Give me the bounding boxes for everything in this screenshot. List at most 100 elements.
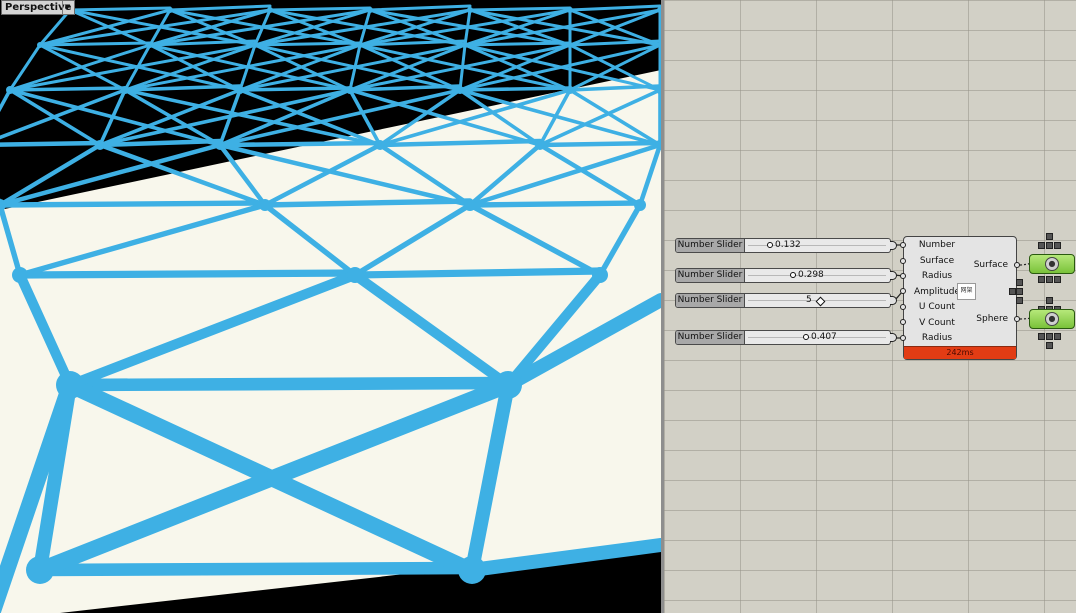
number-slider-4[interactable]: Number Slider 0.407 — [675, 330, 891, 345]
node-sphere — [566, 86, 574, 94]
input-radius[interactable]: Radius — [904, 271, 970, 281]
space-frame-component[interactable]: Number Surface Radius Amplitude U Count … — [903, 236, 1017, 360]
output-port-sphere[interactable] — [1014, 316, 1020, 322]
slider-label: Number Slider — [676, 239, 745, 252]
node-sphere — [456, 86, 464, 94]
node-sphere — [357, 42, 363, 48]
number-slider-1[interactable]: Number Slider 0.132 — [675, 238, 891, 253]
zui-add-icon[interactable] — [1038, 276, 1045, 283]
node-sphere — [462, 42, 468, 48]
node-sphere — [37, 42, 43, 48]
node-sphere — [167, 7, 173, 13]
strut — [537, 140, 661, 148]
strut — [38, 41, 152, 47]
zui-add-icon[interactable] — [1009, 288, 1016, 295]
input-port-number[interactable] — [900, 242, 906, 248]
node-sphere — [592, 267, 608, 283]
preview-toggle-icon[interactable]: ● — [1045, 312, 1059, 326]
zui-add-icon[interactable] — [1038, 333, 1045, 340]
input-v-count[interactable]: V Count — [904, 318, 970, 328]
node-sphere — [147, 42, 153, 48]
slider-value: 0.407 — [811, 332, 837, 342]
zui-add-icon[interactable] — [1016, 288, 1023, 295]
node-sphere — [252, 42, 258, 48]
zui-add-icon[interactable] — [1046, 276, 1053, 283]
zui-add-icon[interactable] — [1038, 242, 1045, 249]
node-sphere — [236, 86, 244, 94]
rhino-viewport[interactable]: Perspective ▼ — [0, 0, 661, 613]
strut — [253, 41, 362, 47]
node-sphere — [494, 371, 522, 399]
input-port-radius[interactable] — [900, 273, 906, 279]
slider-label: Number Slider — [676, 294, 745, 307]
strut — [8, 86, 127, 92]
space-frame-render — [0, 4, 661, 613]
input-surface[interactable]: Surface — [904, 256, 970, 266]
strut — [0, 140, 103, 147]
node-sphere — [467, 7, 473, 13]
node-sphere — [464, 199, 476, 211]
slider-knob[interactable] — [803, 334, 809, 340]
zui-add-icon[interactable] — [1016, 279, 1023, 286]
zui-add-icon[interactable] — [1046, 233, 1053, 240]
node-sphere — [259, 199, 271, 211]
strut — [8, 88, 222, 147]
strut — [351, 267, 604, 279]
node-sphere — [458, 556, 486, 584]
node-sphere — [535, 140, 545, 150]
number-slider-3[interactable]: Number Slider 5 — [675, 293, 891, 308]
strut — [68, 6, 172, 12]
node-sphere — [567, 7, 573, 13]
strut — [467, 200, 643, 208]
input-port-amplitude[interactable] — [900, 288, 906, 294]
viewport-title[interactable]: Perspective ▼ — [1, 0, 75, 15]
node-sphere — [634, 199, 646, 211]
input-port-radius-2[interactable] — [900, 335, 906, 341]
node-sphere — [56, 371, 84, 399]
preview-toggle-icon[interactable]: ● — [1045, 257, 1059, 271]
strut — [168, 4, 272, 12]
slider-value: 5 — [806, 295, 812, 305]
zui-add-icon[interactable] — [1046, 333, 1053, 340]
grasshopper-canvas[interactable]: Number Slider 0.132 Number Slider 0.298 … — [664, 0, 1076, 613]
zui-add-icon[interactable] — [1054, 333, 1061, 340]
slider-knob[interactable] — [767, 242, 773, 248]
strut — [368, 4, 472, 12]
slider-value: 0.298 — [798, 270, 824, 280]
zui-add-icon[interactable] — [1016, 297, 1023, 304]
input-number[interactable]: Number — [904, 240, 970, 250]
strut — [63, 376, 515, 392]
input-radius-2[interactable]: Radius — [904, 333, 970, 343]
sphere-preview-panel[interactable]: ● — [1029, 309, 1075, 329]
node-sphere — [121, 86, 129, 94]
strut — [16, 269, 359, 279]
node-sphere — [347, 267, 363, 283]
surface-plane — [0, 70, 661, 613]
output-sphere[interactable]: Sphere — [976, 314, 1008, 324]
slider-knob[interactable] — [815, 296, 826, 307]
strut — [0, 200, 268, 208]
input-port-surface[interactable] — [900, 258, 906, 264]
zui-add-icon[interactable] — [1054, 242, 1061, 249]
surface-preview-panel[interactable]: ● — [1029, 254, 1075, 274]
strut — [218, 88, 352, 147]
strut — [238, 43, 362, 92]
strut — [33, 561, 479, 577]
strut — [463, 41, 572, 47]
slider-label: Number Slider — [676, 269, 745, 282]
input-port-v-count[interactable] — [900, 319, 906, 325]
output-surface[interactable]: Surface — [974, 260, 1008, 270]
zui-add-icon[interactable] — [1046, 297, 1053, 304]
strut — [217, 140, 383, 148]
zui-add-icon[interactable] — [1046, 342, 1053, 349]
dropdown-arrow-icon[interactable]: ▼ — [62, 1, 72, 14]
node-sphere — [6, 86, 14, 94]
input-u-count[interactable]: U Count — [904, 302, 970, 312]
input-port-u-count[interactable] — [900, 304, 906, 310]
strut — [458, 86, 572, 92]
zui-add-icon[interactable] — [1046, 242, 1053, 249]
number-slider-2[interactable]: Number Slider 0.298 — [675, 268, 891, 283]
zui-add-icon[interactable] — [1054, 276, 1061, 283]
output-port-surface[interactable] — [1014, 262, 1020, 268]
slider-knob[interactable] — [790, 272, 796, 278]
